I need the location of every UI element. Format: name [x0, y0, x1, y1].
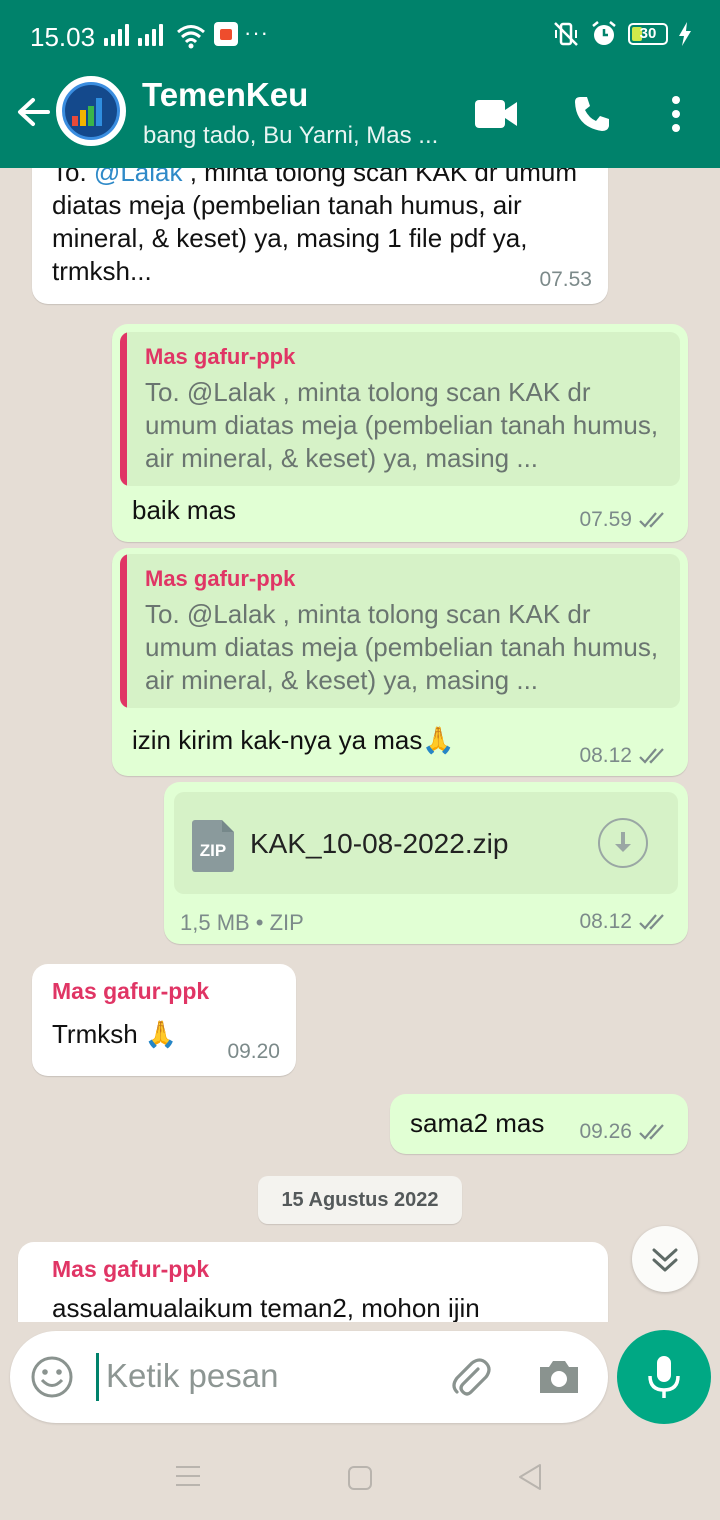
message-time: 07.53: [539, 268, 592, 291]
double-check-icon: [639, 1124, 664, 1140]
nav-back-icon[interactable]: [516, 1462, 544, 1492]
quoted-text: To. @Lalak , minta tolong scan KAK dr um…: [145, 377, 659, 473]
signal-1-icon: [104, 24, 129, 46]
message-outgoing-file[interactable]: ZIP KAK_10-08-2022.zip 1,5 MB • ZIP 08.1…: [164, 782, 688, 944]
emoji-icon[interactable]: [30, 1355, 74, 1399]
message-text: izin kirim kak-nya ya mas🙏: [132, 725, 455, 755]
message-time: 09.26: [579, 1120, 670, 1144]
attach-icon[interactable]: [448, 1355, 494, 1401]
camera-icon[interactable]: [536, 1355, 582, 1399]
message-incoming[interactable]: Mas gafur-ppk Trmksh 🙏 09.20: [32, 964, 296, 1076]
message-outgoing[interactable]: sama2 mas 09.26: [390, 1094, 688, 1154]
message-time: 07.59: [579, 508, 670, 532]
sender-name: Mas gafur-ppk: [52, 978, 210, 1004]
shopee-notification-icon: [214, 22, 238, 46]
message-outgoing[interactable]: Mas gafur-ppk To. @Lalak , minta tolong …: [112, 324, 688, 542]
quoted-text: To. @Lalak , minta tolong scan KAK dr um…: [145, 599, 659, 695]
message-outgoing[interactable]: Mas gafur-ppk To. @Lalak , minta tolong …: [112, 548, 688, 776]
message-incoming[interactable]: Mas gafur-ppk assalamualaikum teman2, mo…: [18, 1242, 608, 1322]
mention-link[interactable]: @Lalak: [94, 168, 183, 187]
group-members[interactable]: bang tado, Bu Yarni, Mas ...: [143, 122, 453, 150]
alarm-icon: [592, 21, 616, 45]
date-divider: 15 Agustus 2022: [258, 1176, 462, 1224]
status-time: 15.03: [30, 22, 96, 52]
chat-header: TemenKeu bang tado, Bu Yarni, Mas ...: [0, 70, 720, 168]
more-notifications-icon: ···: [244, 20, 269, 45]
vibrate-mute-icon: [554, 22, 578, 46]
charging-icon: [679, 22, 691, 46]
back-arrow-icon[interactable]: [14, 92, 54, 132]
double-check-icon: [639, 748, 664, 764]
more-vert-icon[interactable]: [668, 94, 684, 134]
chevron-double-down-icon: [652, 1248, 678, 1272]
quoted-sender: Mas gafur-ppk: [145, 344, 296, 369]
status-bar: 15.03 ··· 30: [0, 0, 720, 70]
message-time: 09.20: [227, 1040, 280, 1063]
mic-icon: [648, 1356, 680, 1398]
file-name: KAK_10-08-2022.zip: [250, 828, 509, 859]
sender-name: Mas gafur-ppk: [52, 1256, 210, 1282]
group-avatar[interactable]: [56, 76, 126, 146]
quoted-sender: Mas gafur-ppk: [145, 566, 296, 591]
system-nav-bar: [0, 1428, 720, 1520]
download-button[interactable]: [598, 818, 648, 868]
message-text: assalamualaikum teman2, mohon ijin: [52, 1293, 480, 1322]
battery-icon: 30: [628, 23, 668, 45]
signal-2-icon: [138, 24, 163, 46]
wifi-icon: [177, 25, 205, 49]
video-call-icon[interactable]: [474, 98, 518, 130]
download-icon: [615, 832, 631, 852]
text-caret: [96, 1353, 99, 1401]
phone-icon[interactable]: [572, 94, 612, 134]
home-icon[interactable]: [346, 1464, 374, 1492]
message-text: baik mas: [132, 495, 237, 525]
message-incoming[interactable]: To. @Lalak , minta tolong scan KAK dr um…: [32, 168, 608, 304]
message-text: To. @Lalak , minta tolong scan KAK dr um…: [52, 168, 592, 288]
group-name[interactable]: TemenKeu: [142, 76, 308, 114]
message-text: sama2 mas: [410, 1108, 545, 1138]
voice-message-button[interactable]: [617, 1330, 711, 1424]
scroll-to-bottom-button[interactable]: [632, 1226, 698, 1292]
double-check-icon: [639, 914, 664, 930]
file-info: 1,5 MB • ZIP: [180, 910, 304, 935]
double-check-icon: [639, 512, 664, 528]
message-list[interactable]: To. @Lalak , minta tolong scan KAK dr um…: [0, 168, 720, 1322]
zip-file-icon: ZIP: [192, 820, 234, 872]
message-time: 08.12: [579, 910, 670, 934]
message-input[interactable]: Ketik pesan: [106, 1357, 278, 1395]
quoted-message[interactable]: Mas gafur-ppk To. @Lalak , minta tolong …: [120, 554, 680, 708]
message-input-bar[interactable]: Ketik pesan: [10, 1331, 608, 1423]
quoted-message[interactable]: Mas gafur-ppk To. @Lalak , minta tolong …: [120, 332, 680, 486]
recent-apps-icon[interactable]: [174, 1464, 202, 1488]
message-time: 08.12: [579, 744, 670, 768]
file-attachment[interactable]: ZIP KAK_10-08-2022.zip: [174, 792, 678, 894]
message-text: Trmksh 🙏: [52, 1019, 178, 1049]
